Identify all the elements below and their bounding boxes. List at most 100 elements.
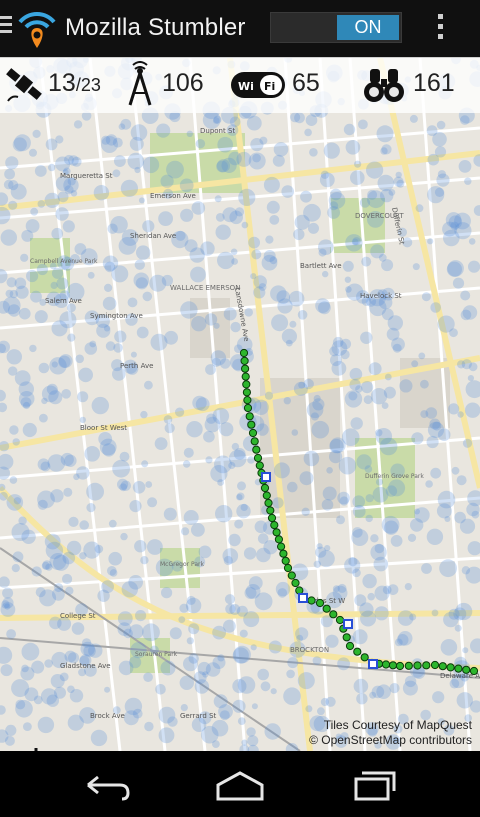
coverage-blob [194,679,210,694]
coverage-blob [272,154,285,167]
coverage-blob [454,222,472,240]
track-point [430,660,440,670]
coverage-blob [228,533,241,547]
coverage-blob [123,628,133,639]
coverage-blob [77,391,89,403]
coverage-blob [21,642,40,661]
coverage-blob [200,241,215,256]
coverage-blob [296,634,304,642]
coverage-blob [299,471,314,486]
area-label: DOVERCOURT [355,212,404,220]
coverage-blob [222,548,239,564]
coverage-blob [344,557,361,574]
coverage-blob [202,671,209,678]
coverage-blob [411,360,419,368]
coverage-blob [134,259,145,270]
coverage-blob [451,466,460,475]
coverage-blob [163,415,173,424]
coverage-blob [232,699,246,713]
coverage-blob [180,704,188,712]
overflow-menu-icon[interactable] [438,14,444,42]
track-point [242,380,251,389]
track-waypoint-marker[interactable] [298,593,308,603]
coverage-blob [421,292,431,302]
coverage-blob [214,455,232,474]
coverage-blob [367,592,376,601]
coverage-blob [365,494,374,503]
coverage-blob [0,229,17,246]
back-button-icon[interactable] [76,765,136,805]
coverage-blob [127,297,138,308]
track-point [353,647,362,656]
recent-apps-button-icon[interactable] [344,765,404,805]
track-point [454,664,463,673]
coverage-blob [156,123,171,138]
coverage-blob [6,629,16,639]
coverage-blob [150,333,168,351]
coverage-blob [45,138,58,151]
coverage-blob [213,115,222,124]
track-waypoint-marker[interactable] [368,659,378,669]
area-label: McGregor Park [160,561,204,568]
coverage-blob [361,256,372,267]
coverage-blob [111,265,129,283]
coverage-blob [251,703,258,710]
coverage-blob [55,207,69,221]
coverage-blob [222,207,238,223]
coverage-blob [128,575,143,590]
street-label: Gladstone Ave [60,662,111,670]
coverage-blob [78,367,93,383]
satellite-count: 13/23 [48,69,101,98]
coverage-blob [120,179,138,197]
track-waypoint-marker[interactable] [261,472,271,482]
track-point [438,662,447,671]
coverage-blob [285,339,293,347]
coverage-blob [30,290,42,303]
coverage-blob [361,381,374,394]
coverage-blob [224,594,236,605]
coverage-blob [366,161,384,179]
coverage-blob [25,219,40,233]
coverage-blob [246,115,262,131]
coverage-blob [426,528,444,545]
coverage-blob [273,462,290,479]
coverage-blob [427,238,434,245]
coverage-blob [244,587,257,599]
coverage-blob [326,467,333,474]
area-label: BROCKTON [290,646,329,654]
track-point [395,661,405,671]
system-nav-bar [0,751,480,817]
coverage-blob [67,333,76,342]
home-button-icon[interactable] [210,765,270,805]
coverage-blob [179,178,194,193]
coverage-blob [304,128,312,137]
coverage-blob [271,314,289,332]
coverage-blob [375,429,383,437]
track-point [270,521,279,530]
coverage-blob [39,413,48,423]
map-view[interactable]: Dupont St Bloor St West Dundas St W Coll… [0,58,480,751]
coverage-blob [407,533,417,542]
coverage-blob [93,185,110,201]
menu-drawer-icon[interactable] [0,16,12,38]
coverage-blob [448,403,460,415]
stumbler-logo-icon[interactable] [16,6,58,50]
coverage-blob [430,467,442,479]
coverage-blob [105,134,118,146]
coverage-blob [145,481,153,488]
coverage-blob [383,386,396,399]
coverage-blob [70,190,78,197]
track-waypoint-marker[interactable] [343,619,353,629]
stumbling-toggle[interactable]: ON [270,12,402,43]
coverage-blob [212,625,227,640]
coverage-blob [384,520,399,535]
coverage-blob [147,539,163,555]
street-label: Perth Ave [120,362,153,370]
track-point [243,396,252,405]
coverage-blob [397,631,413,646]
coverage-blob [123,710,139,726]
coverage-blob [107,566,117,576]
coverage-blob [352,629,368,645]
coverage-blob [289,320,297,328]
coverage-blob [337,657,350,671]
